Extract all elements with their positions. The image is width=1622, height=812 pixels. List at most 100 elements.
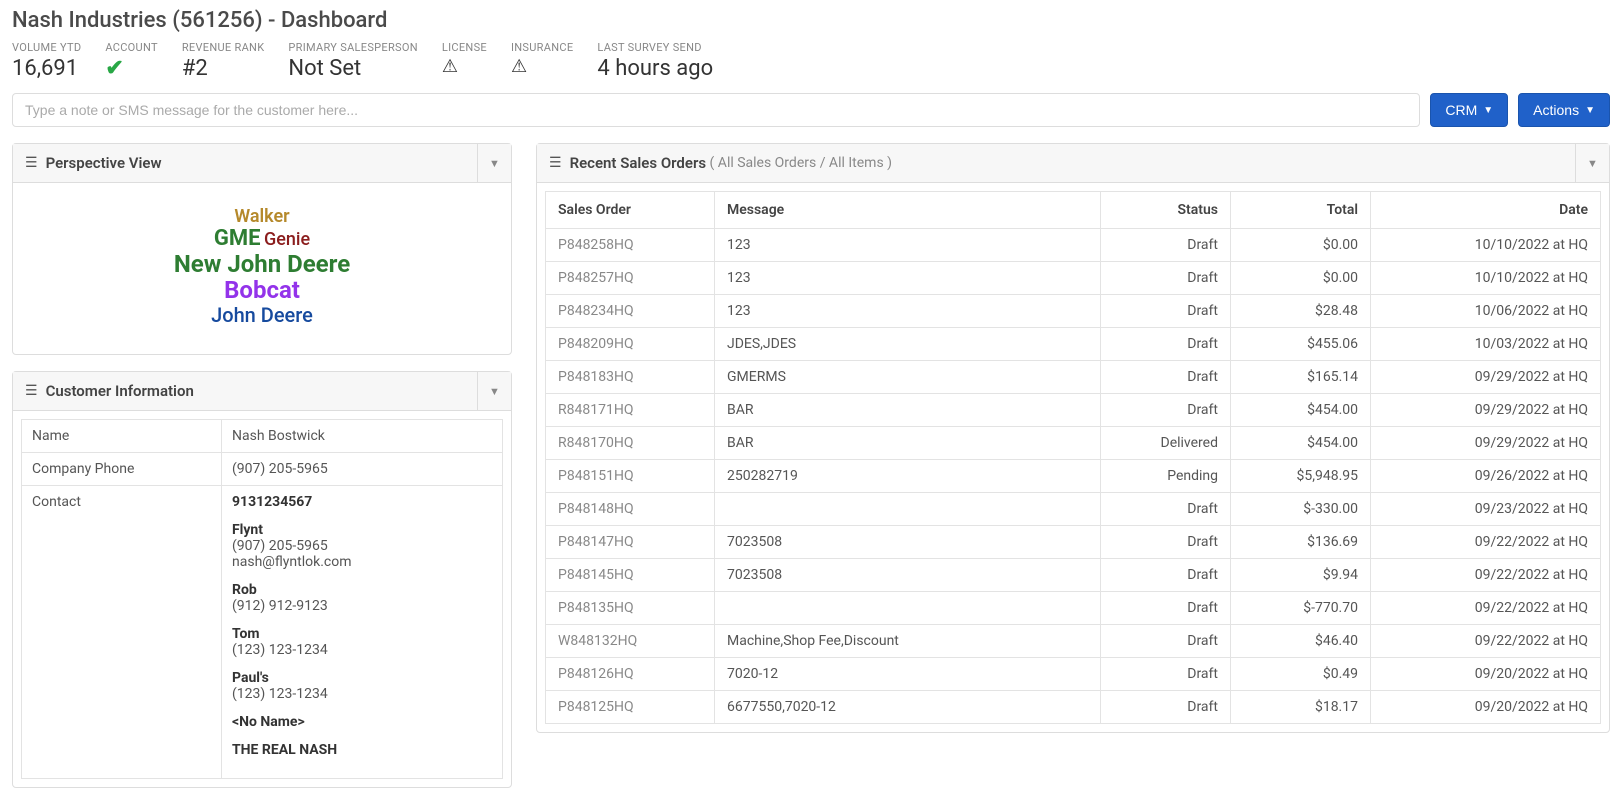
panel-collapse-button[interactable]: ▼ xyxy=(477,144,511,182)
order-total: $454.00 xyxy=(1231,394,1371,427)
contact-name: <No Name> xyxy=(232,714,492,730)
contact-name: 9131234567 xyxy=(232,494,492,510)
stat-value: Not Set xyxy=(288,56,417,81)
table-row: P848151HQ250282719Pending$5,948.9509/26/… xyxy=(545,460,1601,493)
order-id[interactable]: P848151HQ xyxy=(545,460,715,493)
order-date: 09/29/2022 at HQ xyxy=(1371,427,1601,460)
order-status: Draft xyxy=(1101,328,1231,361)
table-row: R848170HQBARDelivered$454.0009/29/2022 a… xyxy=(545,427,1601,460)
order-date: 10/10/2022 at HQ xyxy=(1371,262,1601,295)
order-message: 250282719 xyxy=(715,460,1101,493)
order-message xyxy=(715,493,1101,526)
panel-collapse-button[interactable]: ▼ xyxy=(477,372,511,410)
order-message: BAR xyxy=(715,427,1101,460)
wordcloud-genie[interactable]: Genie xyxy=(264,229,310,250)
order-status: Draft xyxy=(1101,691,1231,724)
contact-name: Paul's xyxy=(232,670,492,686)
order-id[interactable]: P848147HQ xyxy=(545,526,715,559)
order-message: Machine,Shop Fee,Discount xyxy=(715,625,1101,658)
table-row: P848145HQ7023508Draft$9.9409/22/2022 at … xyxy=(545,559,1601,592)
col-total[interactable]: Total xyxy=(1231,191,1371,229)
order-status: Draft xyxy=(1101,493,1231,526)
order-message: BAR xyxy=(715,394,1101,427)
col-sales-order[interactable]: Sales Order xyxy=(545,191,715,229)
contact-name: Rob xyxy=(232,582,492,598)
actions-button[interactable]: Actions ▼ xyxy=(1518,93,1610,127)
order-total: $0.00 xyxy=(1231,262,1371,295)
order-id[interactable]: P848209HQ xyxy=(545,328,715,361)
table-row: P848125HQ6677550,7020-12Draft$18.1709/20… xyxy=(545,691,1601,724)
stat-license: LICENSE ⚠ xyxy=(442,41,487,81)
table-row: P848135HQDraft$-770.7009/22/2022 at HQ xyxy=(545,592,1601,625)
order-date: 10/10/2022 at HQ xyxy=(1371,229,1601,262)
contact-line: (912) 912-9123 xyxy=(232,598,492,614)
order-id[interactable]: R848171HQ xyxy=(545,394,715,427)
order-id[interactable]: P848257HQ xyxy=(545,262,715,295)
table-row: W848132HQMachine,Shop Fee,DiscountDraft$… xyxy=(545,625,1601,658)
info-name-value: Nash Bostwick xyxy=(222,420,503,453)
col-date[interactable]: Date xyxy=(1371,191,1601,229)
table-row: P848147HQ7023508Draft$136.6909/22/2022 a… xyxy=(545,526,1601,559)
order-id[interactable]: R848170HQ xyxy=(545,427,715,460)
contact-block: <No Name> xyxy=(232,714,492,730)
table-row: Contact 9131234567Flynt(907) 205-5965nas… xyxy=(22,486,503,779)
order-date: 09/22/2022 at HQ xyxy=(1371,625,1601,658)
stat-value: #2 xyxy=(182,56,265,81)
order-id[interactable]: P848148HQ xyxy=(545,493,715,526)
stat-value: 16,691 xyxy=(12,56,81,81)
stat-value: 4 hours ago xyxy=(597,56,713,81)
table-row: P848209HQJDES,JDESDraft$455.0610/03/2022… xyxy=(545,328,1601,361)
order-status: Draft xyxy=(1101,559,1231,592)
order-id[interactable]: W848132HQ xyxy=(545,625,715,658)
order-message: 7020-12 xyxy=(715,658,1101,691)
col-message[interactable]: Message xyxy=(715,191,1101,229)
stat-label: VOLUME YTD xyxy=(12,41,81,54)
order-total: $9.94 xyxy=(1231,559,1371,592)
bars-icon: ☰ xyxy=(549,155,562,171)
crm-button[interactable]: CRM ▼ xyxy=(1430,93,1508,127)
panel-collapse-button[interactable]: ▼ xyxy=(1575,144,1609,182)
order-status: Draft xyxy=(1101,394,1231,427)
order-id[interactable]: P848258HQ xyxy=(545,229,715,262)
order-id[interactable]: P848135HQ xyxy=(545,592,715,625)
stat-revenue-rank: REVENUE RANK #2 xyxy=(182,41,265,81)
order-date: 09/29/2022 at HQ xyxy=(1371,361,1601,394)
order-total: $18.17 xyxy=(1231,691,1371,724)
top-input-row: CRM ▼ Actions ▼ xyxy=(12,93,1610,127)
table-row: P848258HQ123Draft$0.0010/10/2022 at HQ xyxy=(545,229,1601,262)
order-total: $-770.70 xyxy=(1231,592,1371,625)
contact-block: Flynt(907) 205-5965nash@flyntlok.com xyxy=(232,522,492,570)
table-row: P848257HQ123Draft$0.0010/10/2022 at HQ xyxy=(545,262,1601,295)
order-status: Draft xyxy=(1101,361,1231,394)
note-input[interactable] xyxy=(12,93,1420,127)
stat-label: REVENUE RANK xyxy=(182,41,265,54)
contact-line: nash@flyntlok.com xyxy=(232,554,492,570)
wordcloud-bobcat[interactable]: Bobcat xyxy=(224,276,300,304)
stat-primary-salesperson: PRIMARY SALESPERSON Not Set xyxy=(288,41,417,81)
order-message: 7023508 xyxy=(715,526,1101,559)
stat-label: LAST SURVEY SEND xyxy=(597,41,713,54)
order-id[interactable]: P848234HQ xyxy=(545,295,715,328)
wordcloud-gme[interactable]: GME xyxy=(214,226,261,251)
wordcloud-john-deere[interactable]: John Deere xyxy=(211,303,313,327)
panel-subtitle: ( All Sales Orders / All Items ) xyxy=(710,155,892,171)
order-date: 09/29/2022 at HQ xyxy=(1371,394,1601,427)
wordcloud-walker[interactable]: Walker xyxy=(234,206,289,227)
order-message: JDES,JDES xyxy=(715,328,1101,361)
order-status: Draft xyxy=(1101,625,1231,658)
panel-title: Perspective View xyxy=(46,154,162,172)
stat-label: LICENSE xyxy=(442,41,487,54)
order-date: 09/22/2022 at HQ xyxy=(1371,559,1601,592)
order-id[interactable]: P848126HQ xyxy=(545,658,715,691)
customer-information-panel: ☰ Customer Information ▼ Name Nash Bostw… xyxy=(12,371,512,788)
recent-sales-orders-panel: ☰ Recent Sales Orders ( All Sales Orders… xyxy=(536,143,1610,733)
col-status[interactable]: Status xyxy=(1101,191,1231,229)
contact-name: Tom xyxy=(232,626,492,642)
customer-info-table: Name Nash Bostwick Company Phone (907) 2… xyxy=(21,419,503,779)
order-id[interactable]: P848183HQ xyxy=(545,361,715,394)
panel-header: ☰ Recent Sales Orders ( All Sales Orders… xyxy=(537,144,1609,183)
order-id[interactable]: P848145HQ xyxy=(545,559,715,592)
order-id[interactable]: P848125HQ xyxy=(545,691,715,724)
wordcloud-new-john-deere[interactable]: New John Deere xyxy=(174,250,350,278)
contact-line: (123) 123-1234 xyxy=(232,642,492,658)
